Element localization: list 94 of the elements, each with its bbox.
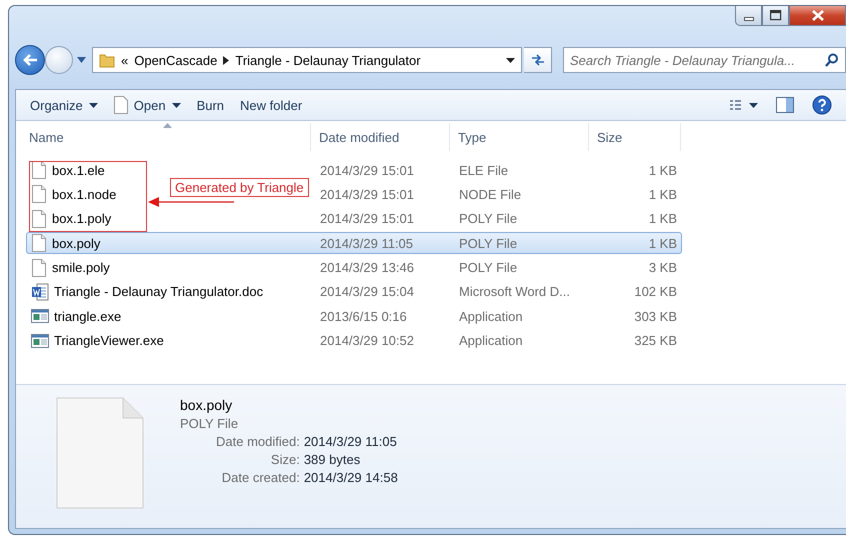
file-row[interactable]: box.1.poly 2014/3/29 15:01 POLY File 1 KB bbox=[26, 208, 682, 230]
property-value: 389 bytes bbox=[304, 452, 362, 467]
caret-icon bbox=[88, 102, 98, 108]
maximize-icon bbox=[770, 10, 782, 21]
search-field[interactable]: Search Triangle - Delaunay Triangula... bbox=[563, 47, 846, 73]
toolbar-button[interactable]: Burn bbox=[190, 94, 234, 116]
type-cell-text: Microsoft Word D... bbox=[458, 284, 572, 300]
back-arrow-icon bbox=[22, 53, 38, 67]
word-document-icon bbox=[31, 282, 49, 301]
large-file-icon bbox=[56, 397, 144, 509]
date-cell-text: 2014/3/29 10:52 bbox=[319, 333, 415, 348]
folder-icon bbox=[99, 52, 115, 68]
type-cell-text: ELE File bbox=[458, 162, 510, 178]
size-cell-text: 102 KB bbox=[633, 284, 678, 300]
date-cell-text: 2013/6/15 0:16 bbox=[319, 308, 408, 324]
file-row[interactable]: triangle.exe 2013/6/15 0:16 Application 303 KB bbox=[26, 305, 682, 328]
column-header[interactable]: Name bbox=[16, 123, 311, 151]
back-button[interactable] bbox=[15, 45, 45, 75]
file-name: box.1.poly bbox=[52, 211, 112, 226]
history-dropdown-icon[interactable] bbox=[75, 57, 88, 63]
view-options-button[interactable] bbox=[728, 98, 760, 112]
size-cell-text: 3 KB bbox=[648, 260, 678, 276]
search-icon bbox=[825, 53, 839, 67]
address-bar[interactable]: « OpenCascade Triangle - Delaunay Triangulator bbox=[92, 47, 522, 73]
size-cell-text: 1 KB bbox=[648, 211, 678, 226]
chevron-icon[interactable] bbox=[223, 56, 230, 64]
file-icon bbox=[114, 96, 128, 114]
date-cell-text: 2014/3/29 11:05 bbox=[319, 236, 414, 251]
file-icon bbox=[31, 234, 47, 252]
type-cell-text: POLY File bbox=[458, 211, 518, 226]
minimize-icon bbox=[744, 17, 754, 21]
file-name: TriangleViewer.exe bbox=[54, 333, 164, 348]
caret-icon bbox=[172, 102, 181, 108]
property-label: Size: bbox=[270, 452, 300, 467]
file-row[interactable]: box.poly 2014/3/29 11:05 POLY File 1 KB bbox=[26, 232, 682, 254]
date-cell-text: 2014/3/29 15:01 bbox=[319, 186, 415, 202]
breadcrumb[interactable]: Triangle - Delaunay Triangulator bbox=[235, 52, 421, 68]
size-cell-text: 1 KB bbox=[648, 162, 678, 178]
type-cell-text: Application bbox=[458, 333, 524, 348]
date-cell-text: 2014/3/29 15:04 bbox=[319, 284, 415, 300]
type-cell-text: NODE File bbox=[458, 186, 522, 202]
property-value: 2014/3/29 14:58 bbox=[304, 470, 398, 485]
sort-arrow-icon bbox=[163, 123, 172, 128]
details-file-type: POLY File bbox=[180, 416, 240, 431]
file-row[interactable]: Triangle - Delaunay Triangulator.doc 2014/3/29 15:04 Microsoft Word D... 102 KB bbox=[26, 280, 682, 303]
size-cell-text: 303 KB bbox=[633, 308, 678, 324]
column-header[interactable]: Size bbox=[589, 123, 681, 151]
column-header[interactable]: Date modified bbox=[311, 123, 450, 151]
date-cell-text: 2014/3/29 13:46 bbox=[319, 260, 415, 276]
file-name: smile.poly bbox=[52, 260, 110, 276]
date-cell-text: 2014/3/29 15:01 bbox=[319, 211, 415, 226]
toolbar-button[interactable]: Organize bbox=[24, 94, 108, 116]
date-cell-text: 2014/3/29 15:01 bbox=[319, 162, 415, 178]
application-window-icon bbox=[31, 332, 49, 349]
file-name: triangle.exe bbox=[54, 308, 122, 324]
refresh-button[interactable] bbox=[524, 47, 552, 73]
address-dropdown-icon[interactable] bbox=[506, 58, 515, 62]
column-header[interactable]: Type bbox=[450, 123, 589, 151]
property-label: Date modified: bbox=[215, 434, 300, 449]
property-label: Date created: bbox=[220, 470, 300, 485]
breadcrumb[interactable]: OpenCascade bbox=[134, 52, 218, 68]
file-icon bbox=[31, 258, 47, 277]
property-value: 2014/3/29 11:05 bbox=[304, 434, 398, 449]
details-view-icon bbox=[730, 100, 741, 110]
caret-icon bbox=[749, 102, 758, 108]
size-cell-text: 1 KB bbox=[648, 236, 678, 251]
file-name: box.1.ele bbox=[52, 162, 105, 178]
file-icon bbox=[31, 185, 47, 204]
details-file-name: box.poly bbox=[180, 397, 234, 413]
type-cell-text: POLY File bbox=[458, 236, 518, 251]
size-cell-text: 1 KB bbox=[648, 186, 678, 202]
annotation-label: Generated by Triangle bbox=[170, 178, 309, 198]
file-row[interactable]: TriangleViewer.exe 2014/3/29 10:52 Application 325 KB bbox=[26, 330, 682, 352]
refresh-icon bbox=[530, 53, 546, 67]
file-row[interactable]: box.1.ele 2014/3/29 15:01 ELE File 1 KB bbox=[26, 159, 682, 181]
file-name: Triangle - Delaunay Triangulator.doc bbox=[54, 284, 264, 300]
file-icon bbox=[31, 161, 47, 179]
application-window-icon bbox=[31, 308, 49, 324]
type-cell-text: POLY File bbox=[458, 260, 518, 276]
file-name: box.poly bbox=[52, 236, 100, 251]
close-button[interactable] bbox=[789, 6, 846, 26]
close-icon bbox=[812, 10, 824, 21]
file-icon bbox=[31, 210, 47, 228]
preview-pane-icon[interactable] bbox=[774, 95, 796, 115]
type-cell-text: Application bbox=[458, 308, 524, 324]
toolbar-button[interactable]: New folder bbox=[234, 94, 312, 116]
help-icon[interactable] bbox=[810, 93, 834, 117]
breadcrumb-overflow[interactable]: « bbox=[121, 52, 128, 68]
file-row[interactable]: smile.poly 2014/3/29 13:46 POLY File 3 KB bbox=[26, 256, 682, 279]
size-cell-text: 325 KB bbox=[633, 333, 678, 348]
file-name: box.1.node bbox=[52, 186, 116, 202]
minimize-button[interactable] bbox=[735, 6, 762, 26]
maximize-button[interactable] bbox=[762, 6, 789, 26]
toolbar-button[interactable]: Open bbox=[108, 92, 191, 118]
